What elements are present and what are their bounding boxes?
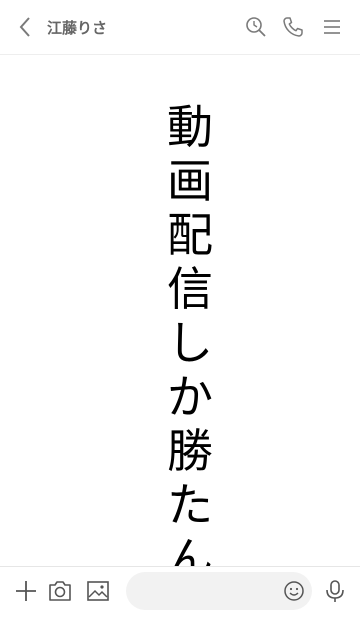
- input-bar: [0, 566, 360, 617]
- message-char: か: [167, 370, 213, 424]
- emoji-icon[interactable]: [282, 579, 306, 603]
- message-char: 動: [167, 100, 213, 154]
- search-icon[interactable]: [244, 15, 268, 39]
- message-char: 画: [167, 154, 213, 208]
- microphone-icon[interactable]: [322, 578, 348, 604]
- message-char: し: [167, 316, 213, 370]
- back-chevron-icon[interactable]: [14, 13, 38, 41]
- message-char: た: [167, 478, 213, 532]
- message-char: 配: [167, 208, 213, 262]
- vertical-message-text: 動 画 配 信 し か 勝 た ん: [162, 100, 218, 586]
- message-char: 信: [167, 262, 213, 316]
- message-char: 勝: [167, 424, 213, 478]
- image-icon[interactable]: [85, 578, 111, 604]
- chat-header: 江藤りさ: [0, 0, 360, 55]
- menu-icon[interactable]: [320, 15, 344, 39]
- camera-icon[interactable]: [47, 578, 73, 604]
- chat-background: 動 画 配 信 し か 勝 た ん: [0, 55, 360, 586]
- chat-title: 江藤りさ: [47, 19, 108, 37]
- phone-icon[interactable]: [281, 15, 305, 39]
- message-input[interactable]: [126, 572, 312, 610]
- plus-icon[interactable]: [13, 578, 39, 604]
